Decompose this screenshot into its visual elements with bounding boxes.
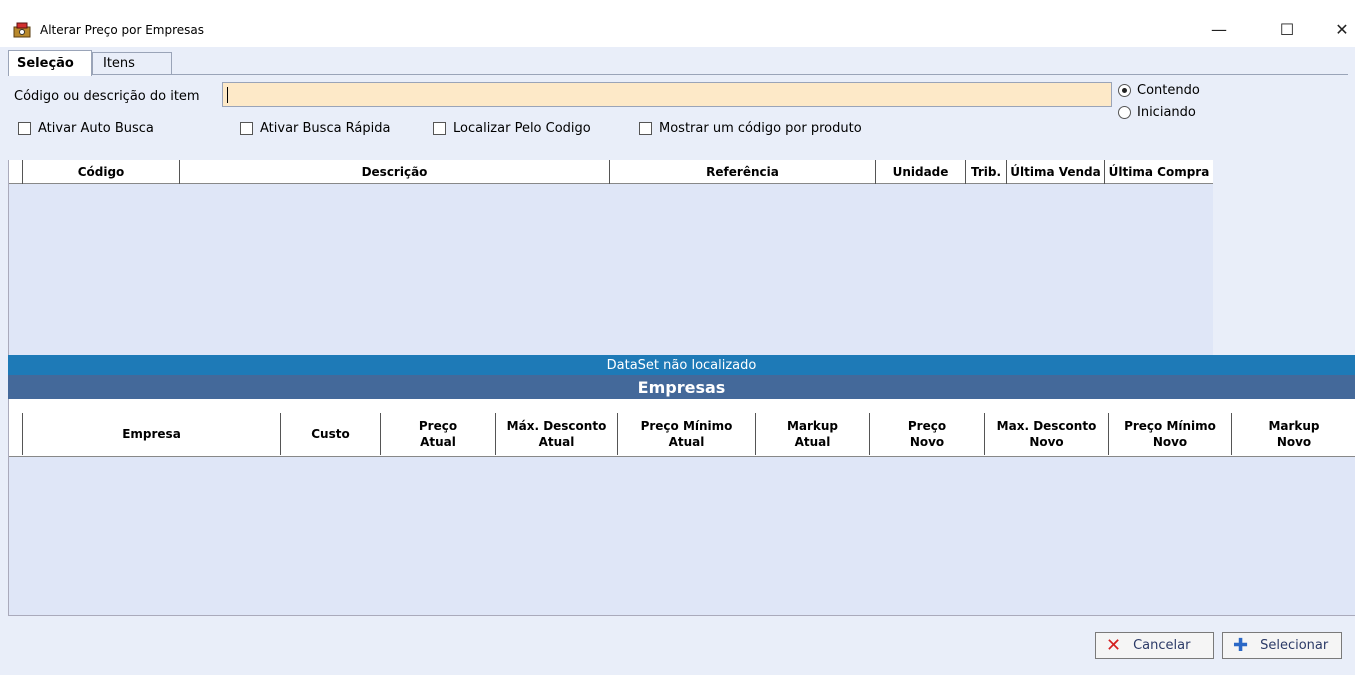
cancel-button-label: Cancelar — [1133, 638, 1191, 653]
col-preco-minimo-atual-l1: Preço Mínimo — [640, 419, 733, 433]
col-preco-atual-l2: Atual — [420, 435, 456, 449]
col-custo-l1: Custo — [311, 427, 350, 441]
tab-itens[interactable]: Itens — [92, 52, 172, 75]
col-preco-atual-l1: Preço — [418, 419, 458, 433]
checkbox-localizar-codigo-label: Localizar Pelo Codigo — [453, 121, 591, 136]
items-grid[interactable]: Código Descrição Referência Unidade Trib… — [8, 160, 1214, 355]
footer-divider — [8, 615, 1355, 616]
col-unidade[interactable]: Unidade — [876, 160, 966, 184]
search-label: Código ou descrição do item — [14, 89, 200, 104]
col-empresa-l1: Empresa — [122, 427, 181, 441]
checkbox-busca-rapida[interactable]: Ativar Busca Rápida — [240, 121, 390, 136]
col-preco-minimo-novo-l1: Preço Mínimo — [1124, 419, 1216, 433]
col-preco-novo[interactable]: Preço Novo — [870, 413, 985, 455]
col-referencia[interactable]: Referência — [610, 160, 876, 184]
col-max-desconto-novo[interactable]: Max. Desconto Novo — [985, 413, 1109, 455]
radio-selected-dot — [1122, 87, 1127, 93]
col-preco-minimo-atual-l2: Atual — [668, 435, 705, 449]
col-markup-atual-l1: Markup — [786, 419, 839, 433]
search-input[interactable] — [222, 82, 1112, 107]
checkbox-auto-busca[interactable]: Ativar Auto Busca — [18, 121, 154, 136]
col-empresa[interactable]: Empresa — [23, 413, 281, 455]
col-max-desconto-atual-l2: Atual — [538, 435, 575, 449]
col-custo[interactable]: Custo — [281, 413, 381, 455]
close-button[interactable]: ✕ — [1319, 14, 1355, 44]
col-preco-minimo-atual[interactable]: Preço Mínimo Atual — [618, 413, 756, 455]
cancel-button[interactable]: ✕ Cancelar — [1095, 632, 1214, 659]
col-preco-novo-l1: Preço — [907, 419, 947, 433]
col-markup-novo-l1: Markup — [1268, 419, 1320, 433]
tab-selecao[interactable]: Seleção — [8, 50, 92, 76]
checkbox-um-codigo-label: Mostrar um código por produto — [659, 121, 862, 136]
radio-contendo[interactable]: Contendo — [1118, 79, 1200, 101]
col-max-desconto-atual-l1: Máx. Desconto — [506, 419, 607, 433]
dataset-status: DataSet não localizado — [8, 355, 1355, 375]
plus-icon: ✚ — [1233, 635, 1249, 656]
radio-iniciando-label: Iniciando — [1137, 104, 1196, 120]
col-codigo[interactable]: Código — [23, 160, 180, 184]
checkbox-um-codigo-box — [639, 122, 652, 135]
checkbox-localizar-codigo[interactable]: Localizar Pelo Codigo — [433, 121, 591, 136]
items-grid-indicator — [9, 160, 23, 184]
col-preco-atual[interactable]: Preço Atual — [381, 413, 496, 455]
text-caret — [227, 87, 228, 103]
items-grid-header: Código Descrição Referência Unidade Trib… — [9, 160, 1214, 184]
checkbox-auto-busca-box — [18, 122, 31, 135]
select-button[interactable]: ✚ Selecionar — [1222, 632, 1342, 659]
maximize-button[interactable]: ☐ — [1264, 14, 1310, 44]
checkbox-auto-busca-label: Ativar Auto Busca — [38, 121, 154, 136]
window-title: Alterar Preço por Empresas — [40, 23, 205, 37]
radio-contendo-label: Contendo — [1137, 82, 1200, 98]
col-markup-novo-l2: Novo — [1276, 435, 1312, 449]
checkbox-busca-rapida-label: Ativar Busca Rápida — [260, 121, 391, 136]
empresas-grid-header: Empresa Custo Preço Atual Máx. Desconto At… — [9, 399, 1355, 457]
checkbox-um-codigo[interactable]: Mostrar um código por produto — [639, 121, 862, 136]
minimize-button[interactable]: — — [1196, 14, 1242, 44]
col-markup-atual[interactable]: Markup Atual — [756, 413, 870, 455]
col-preco-novo-l2: Novo — [909, 435, 945, 449]
col-max-desconto-novo-l1: Max. Desconto — [996, 419, 1097, 433]
tab-divider — [8, 74, 1348, 75]
empresas-grid[interactable]: Empresa Custo Preço Atual Máx. Desconto At… — [8, 399, 1355, 615]
col-ultima-venda[interactable]: Última Venda — [1007, 160, 1105, 184]
col-descricao[interactable]: Descrição — [180, 160, 610, 184]
col-preco-minimo-novo-l2: Novo — [1152, 435, 1188, 449]
col-markup-novo[interactable]: Markup Novo — [1232, 413, 1355, 455]
col-max-desconto-novo-l2: Novo — [1029, 435, 1064, 449]
empresas-title: Empresas — [8, 375, 1355, 399]
radio-iniciando-circle — [1118, 105, 1131, 119]
radio-iniciando[interactable]: Iniciando — [1118, 101, 1200, 123]
col-ultima-compra[interactable]: Última Compra — [1105, 160, 1214, 184]
title-bar: Alterar Preço por Empresas — ☐ ✕ — [0, 0, 1355, 47]
col-preco-minimo-novo[interactable]: Preço Mínimo Novo — [1109, 413, 1232, 455]
radio-contendo-circle — [1118, 83, 1131, 97]
search-mode-group: Contendo Iniciando — [1118, 79, 1200, 123]
col-markup-atual-l2: Atual — [794, 435, 831, 449]
x-icon: ✕ — [1106, 635, 1122, 656]
select-button-label: Selecionar — [1260, 638, 1329, 653]
checkbox-busca-rapida-box — [240, 122, 253, 135]
items-grid-empty-area — [1213, 160, 1355, 355]
empresas-grid-indicator — [9, 413, 23, 455]
app-icon — [13, 22, 31, 38]
checkbox-localizar-codigo-box — [433, 122, 446, 135]
col-max-desconto-atual[interactable]: Máx. Desconto Atual — [496, 413, 618, 455]
client-area: Seleção Itens Código ou descrição do ite… — [0, 47, 1355, 675]
col-trib[interactable]: Trib. — [966, 160, 1007, 184]
